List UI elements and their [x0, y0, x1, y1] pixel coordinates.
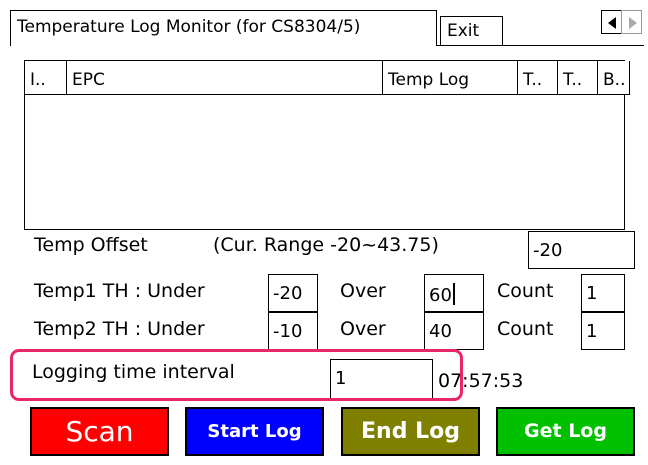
temp1-over-label: Over	[340, 280, 386, 302]
temp1-over-input[interactable]: 60	[424, 274, 484, 312]
temp-offset-input[interactable]: -20	[528, 231, 635, 269]
tab-temperature-log-monitor[interactable]: Temperature Log Monitor (for CS8304/5)	[10, 10, 437, 46]
temp2-over-input[interactable]: 40	[424, 312, 484, 350]
tab-label: Temperature Log Monitor (for CS8304/5)	[17, 17, 361, 37]
temp1-under-input[interactable]: -20	[268, 274, 318, 312]
column-header-t2[interactable]: T..	[558, 61, 598, 95]
arrow-left-icon	[608, 17, 616, 29]
get-log-button[interactable]: Get Log	[496, 407, 635, 456]
temp-offset-label: Temp Offset	[34, 234, 148, 256]
column-header-temp-log[interactable]: Temp Log	[383, 61, 518, 95]
temp2-under-label: Temp2 TH : Under	[34, 318, 205, 340]
highlight-frame	[10, 349, 463, 401]
temp2-over-label: Over	[340, 318, 386, 340]
temp2-under-input[interactable]: -10	[268, 312, 318, 350]
temp2-count-input[interactable]: 1	[581, 312, 625, 350]
end-log-button[interactable]: End Log	[341, 407, 480, 456]
tag-list[interactable]: I.. EPC Temp Log T.. T.. B..	[24, 60, 630, 230]
tab-exit[interactable]: Exit	[440, 16, 503, 46]
tab-label: Exit	[447, 21, 480, 41]
start-log-button[interactable]: Start Log	[185, 407, 324, 456]
temp2-count-label: Count	[497, 318, 554, 340]
temp1-count-label: Count	[497, 280, 554, 302]
arrow-right-icon	[629, 17, 637, 29]
scan-button[interactable]: Scan	[30, 407, 169, 456]
tab-scroll-right-button[interactable]	[621, 10, 642, 34]
column-header-epc[interactable]: EPC	[67, 61, 383, 95]
tab-scroll-left-button[interactable]	[601, 10, 622, 34]
temp-offset-range-label: (Cur. Range -20~43.75)	[213, 234, 439, 256]
text-caret	[452, 283, 455, 305]
column-header-t1[interactable]: T..	[518, 61, 558, 95]
column-header-b[interactable]: B..	[598, 61, 624, 95]
temp1-under-label: Temp1 TH : Under	[34, 280, 205, 302]
column-header-filler	[624, 61, 630, 95]
column-header-index[interactable]: I..	[25, 61, 67, 95]
temp1-count-input[interactable]: 1	[581, 274, 625, 312]
